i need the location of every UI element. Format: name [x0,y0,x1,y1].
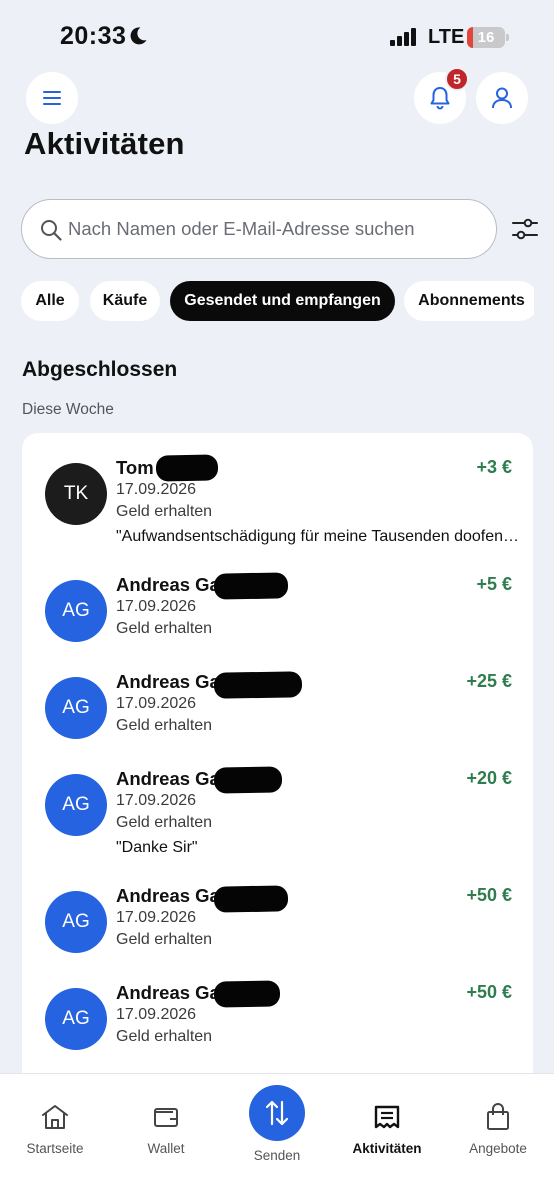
profile-button[interactable] [476,72,528,124]
nav-offers[interactable]: Angebote [443,1074,553,1174]
transaction-date: 17.09.2026 [116,1006,197,1023]
signal-icon [390,28,416,46]
receipt-icon [374,1105,400,1129]
nav-wallet-label: Wallet [147,1141,185,1156]
transaction-name: Andreas Ga [116,982,220,1003]
transaction-note: "Danke Sir" [116,839,198,856]
avatar: AG [45,891,107,953]
redaction-mark [213,766,283,794]
transaction-note: "Aufwandsentschädigung für meine Tausend… [116,528,519,545]
chip-gesendet-und-empfangen[interactable]: Gesendet und empfangen [170,281,395,321]
transaction-type: Geld erhalten [116,1028,213,1045]
notification-badge: 5 [445,67,469,91]
transaction-name: Andreas Ga [116,768,220,789]
transaction-date: 17.09.2026 [116,792,197,809]
shopping-bag-icon [487,1103,509,1130]
hamburger-icon [43,91,61,105]
transaction-amount: +20 € [466,768,512,788]
home-icon [42,1105,68,1129]
nav-home-label: Startseite [26,1141,84,1156]
page-title: Aktivitäten [24,126,185,161]
section-subtitle: Diese Woche [22,401,114,418]
battery-icon: 16 [467,27,509,48]
search-icon [41,220,62,241]
avatar: TK [45,463,107,525]
nav-activities[interactable]: Aktivitäten [332,1074,442,1174]
avatar: AG [45,580,107,642]
redaction-mark [213,885,289,913]
moon-icon [130,27,147,45]
transaction-row[interactable]: AG Andreas Ga +20 € 17.09.2026 Geld erha… [22,766,533,868]
transaction-type: Geld erhalten [116,717,213,734]
transaction-type: Geld erhalten [116,503,213,520]
transfer-arrows-icon [265,1100,289,1126]
chip-alle[interactable]: Alle [21,281,79,321]
transaction-row[interactable]: AG Andreas Ga +25 € 17.09.2026 Geld erha… [22,671,533,751]
transaction-amount: +50 € [466,982,512,1002]
avatar: AG [45,677,107,739]
transaction-amount: +25 € [466,671,512,691]
section-title: Abgeschlossen [22,358,178,381]
filter-settings-icon[interactable] [511,216,539,242]
status-time: 20:33 [60,22,127,50]
transaction-name: Andreas Ga [116,671,220,692]
avatar: AG [45,774,107,836]
search-bar[interactable] [21,199,497,259]
transaction-amount: +5 € [476,574,512,594]
transaction-date: 17.09.2026 [116,481,197,498]
redaction-mark [213,980,281,1008]
transaction-date: 17.09.2026 [116,909,197,926]
chip-abonnements[interactable]: Abonnements [404,281,534,321]
nav-offers-label: Angebote [469,1141,527,1156]
avatar: AG [45,988,107,1050]
transaction-date: 17.09.2026 [116,695,197,712]
nav-home[interactable]: Startseite [0,1074,110,1174]
wallet-icon [154,1108,178,1127]
network-type: LTE [428,26,465,48]
transaction-amount: +3 € [476,457,512,477]
chip-kaeufe[interactable]: Käufe [90,281,160,321]
nav-send-label: Senden [253,1148,301,1163]
bell-icon [430,87,450,110]
send-button[interactable] [249,1085,305,1141]
transaction-row[interactable]: AG Andreas Ga +50 € 17.09.2026 Geld erha… [22,980,533,1062]
transaction-type: Geld erhalten [116,814,213,831]
search-input[interactable] [68,200,488,257]
user-icon [492,87,512,109]
filter-chips: Alle Käufe Gesendet und empfangen Abonne… [21,281,534,323]
transaction-row[interactable]: AG Andreas Ga +5 € 17.09.2026 Geld erhal… [22,572,533,654]
redaction-mark [213,671,303,699]
bottom-nav: Startseite Wallet Senden Aktivitäten Ang… [0,1073,554,1200]
transaction-row[interactable]: AG Andreas Ga +50 € 17.09.2026 Geld erha… [22,885,533,965]
status-bar: 20:33 LTE 16 [0,0,554,70]
transaction-type: Geld erhalten [116,931,213,948]
redaction-mark [213,572,289,600]
transaction-row[interactable]: TK Tom Klein +3 € 17.09.2026 Geld erhalt… [22,454,533,557]
redaction-mark [155,454,219,482]
transaction-type: Geld erhalten [116,620,213,637]
transaction-name: Andreas Ga [116,574,220,595]
nav-wallet[interactable]: Wallet [111,1074,221,1174]
battery-level: 16 [477,29,495,46]
transactions-list: TK Tom Klein +3 € 17.09.2026 Geld erhalt… [22,433,533,1113]
transaction-amount: +50 € [466,885,512,905]
transaction-date: 17.09.2026 [116,598,197,615]
menu-button[interactable] [26,72,78,124]
transaction-name: Andreas Ga [116,885,220,906]
nav-activities-label: Aktivitäten [352,1141,422,1156]
